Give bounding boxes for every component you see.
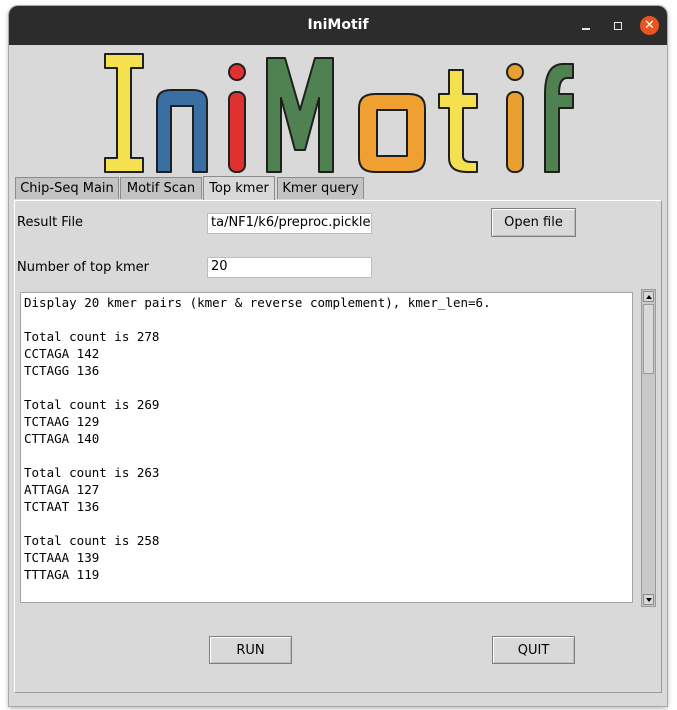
- minimize-icon[interactable]: [576, 16, 595, 35]
- top-kmer-label: Number of top kmer: [17, 260, 149, 275]
- output-scrollbar[interactable]: [641, 289, 656, 607]
- close-icon[interactable]: ✕: [640, 16, 659, 35]
- result-file-label: Result File: [17, 215, 84, 230]
- logo-letter-i-dot-2: [506, 63, 524, 81]
- output-textbox[interactable]: Display 20 kmer pairs (kmer & reverse co…: [20, 292, 633, 603]
- logo-letter-i-dot-1: [228, 63, 246, 81]
- quit-button[interactable]: QUIT: [492, 636, 575, 664]
- title-bar[interactable]: IniMotif ✕: [9, 6, 667, 45]
- logo-letter-n: [156, 89, 208, 173]
- output-line: CCTAGA 142: [24, 346, 100, 361]
- output-line: Total count is 258: [24, 533, 160, 548]
- tab-top-kmer[interactable]: Top kmer: [203, 176, 275, 200]
- output-line: CTTAGA 140: [24, 431, 100, 446]
- output-line: TCTAAA 139: [24, 550, 100, 565]
- scrollbar-thumb[interactable]: [643, 304, 654, 374]
- output-line: Display 20 kmer pairs (kmer & reverse co…: [24, 295, 491, 310]
- output-line: TCTAAT 136: [24, 499, 100, 514]
- logo-letter-f: [544, 63, 574, 173]
- run-button[interactable]: RUN: [209, 636, 292, 664]
- top-kmer-field[interactable]: 20: [207, 257, 372, 278]
- output-line: TTTAGA 119: [24, 567, 100, 582]
- output-line: TCTAAG 129: [24, 414, 100, 429]
- logo-letter-I: [104, 53, 144, 173]
- logo-letter-M: [266, 57, 334, 173]
- scroll-down-arrow-icon[interactable]: [643, 594, 654, 605]
- output-line: Total count is 269: [24, 397, 160, 412]
- tab-chip-seq-main[interactable]: Chip-Seq Main: [15, 177, 119, 199]
- tab-kmer-query[interactable]: Kmer query: [277, 177, 364, 199]
- scroll-up-arrow-icon[interactable]: [643, 291, 654, 302]
- output-line: Total count is 263: [24, 465, 160, 480]
- logo-letter-i-1: [228, 91, 246, 173]
- open-file-button[interactable]: Open file: [491, 208, 576, 237]
- window-title: IniMotif: [307, 17, 369, 33]
- maximize-icon[interactable]: [608, 16, 627, 35]
- result-file-field[interactable]: ta/NF1/k6/preproc.pickle: [207, 213, 372, 234]
- tab-motif-scan[interactable]: Motif Scan: [120, 177, 202, 199]
- app-window: IniMotif ✕ Chip-Seq Main Motif Scan Top …: [9, 6, 667, 706]
- inimotif-logo: [104, 53, 574, 173]
- logo-letter-i-2: [506, 91, 524, 173]
- output-line: TCTAGG 136: [24, 363, 100, 378]
- logo-letter-o: [358, 93, 426, 173]
- output-line: ATTAGA 127: [24, 482, 100, 497]
- logo-letter-t: [438, 69, 478, 173]
- output-line: Total count is 278: [24, 329, 160, 344]
